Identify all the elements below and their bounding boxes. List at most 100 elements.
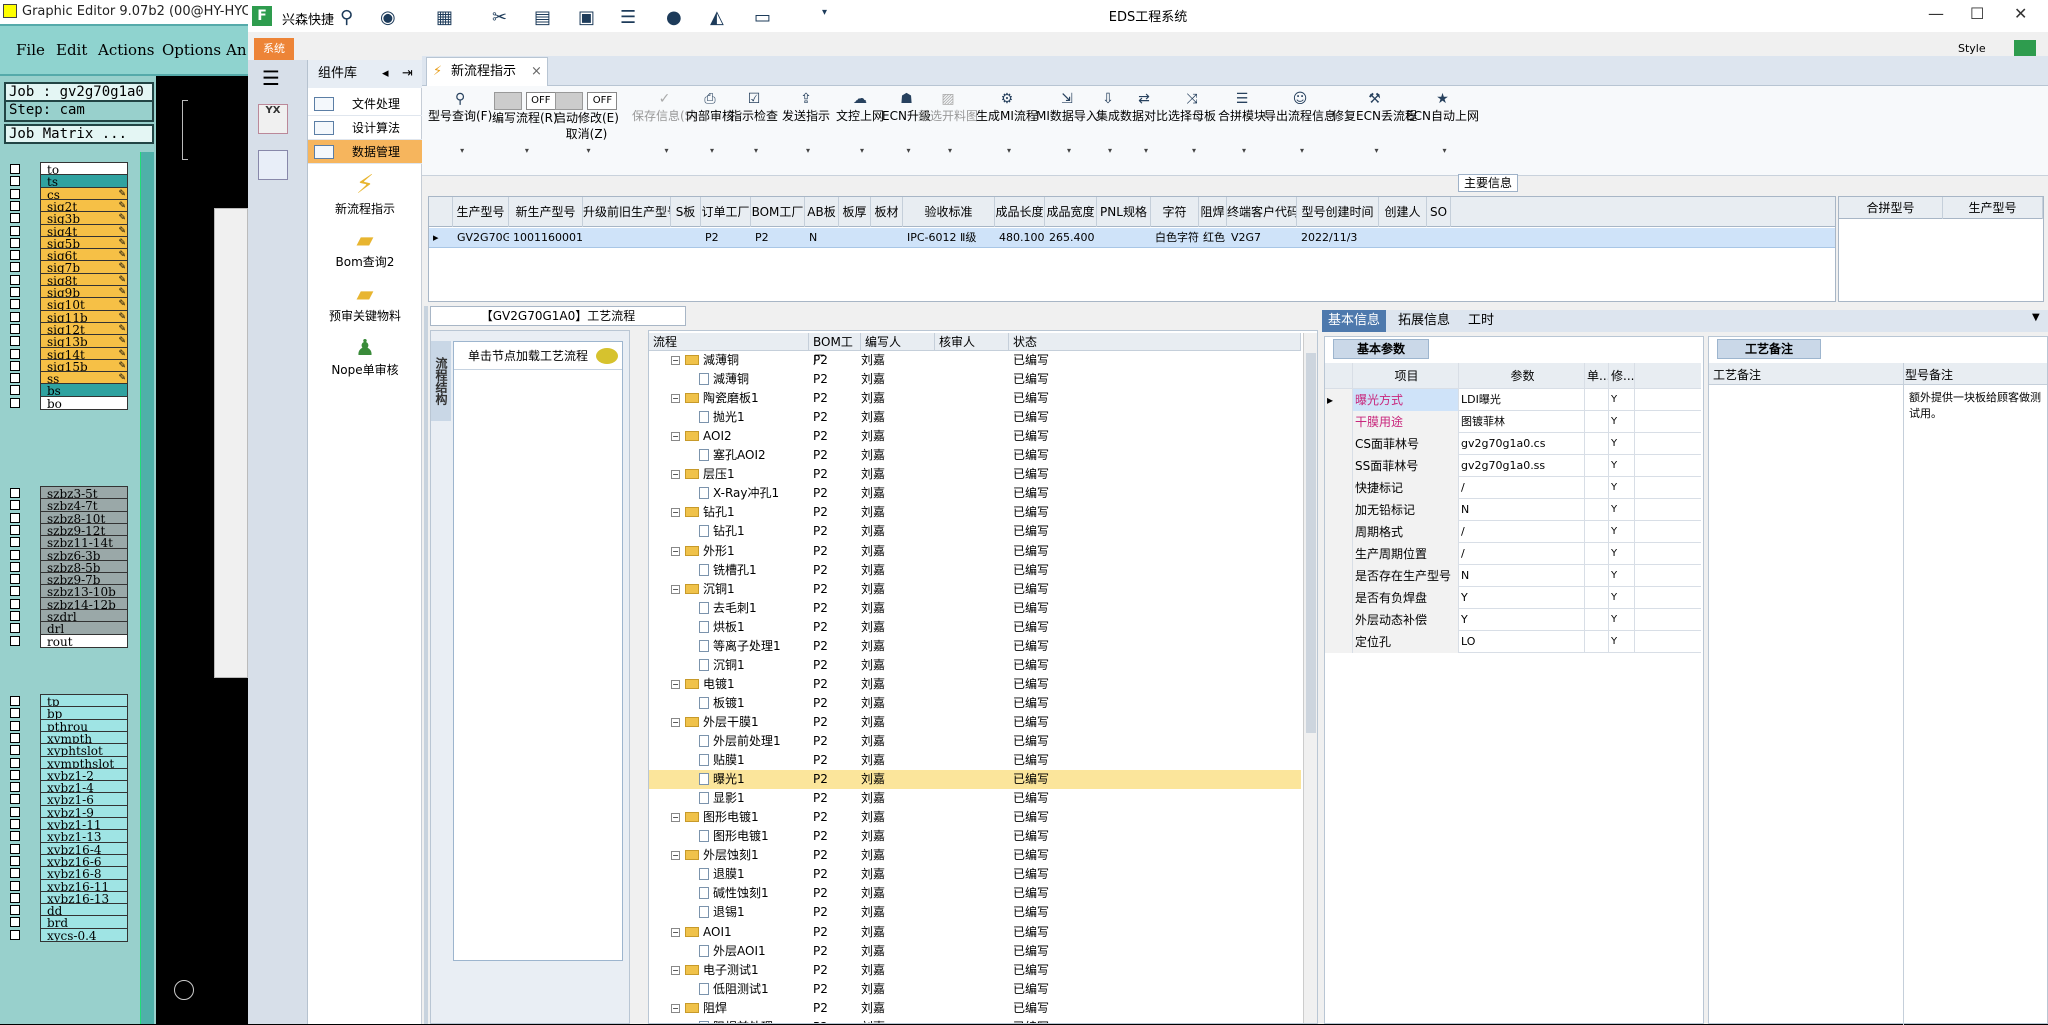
expand-toggle-icon[interactable]: − [671, 1003, 680, 1013]
list-item[interactable]: 显影1 P2 刘嘉 已编写 [649, 789, 1301, 808]
table-cell[interactable]: 2022/11/3 [1297, 228, 1379, 248]
table-row[interactable]: 周期格式 / Y [1325, 521, 1701, 543]
tab-close-icon[interactable]: × [531, 58, 542, 86]
table-row[interactable]: 快捷标记 / Y [1325, 477, 1701, 499]
chevron-down-icon[interactable]: ▾ [710, 146, 714, 155]
param-value[interactable]: N [1459, 499, 1585, 521]
param-value[interactable]: LO [1459, 631, 1585, 653]
table-cell[interactable] [1097, 228, 1151, 248]
layer-checkbox[interactable] [10, 806, 20, 817]
toolbar-compare-button[interactable]: ⇄ 数据对比 ▾ [1120, 90, 1168, 155]
param-value[interactable]: N [1459, 565, 1585, 587]
table-cell[interactable] [583, 228, 671, 248]
nav-file-processing[interactable]: 文件处理 [308, 92, 422, 116]
nav-new-flow-instruction[interactable]: ⚡ 新流程指示 [308, 170, 422, 217]
table-row[interactable]: ▸GV2G70G1A010011600010478P2P2NIPC-6012 Ⅱ… [429, 228, 1835, 248]
table-cell[interactable] [1379, 228, 1427, 248]
chevron-down-icon[interactable]: ▾ [906, 146, 910, 155]
nav-design-algorithm[interactable]: 设计算法 [308, 116, 422, 140]
expand-toggle-icon[interactable]: − [671, 813, 680, 823]
table-cell[interactable] [839, 228, 871, 248]
flow-structure-tab[interactable]: 流程结构 [431, 341, 451, 421]
list-item[interactable]: 沉铜1 P2 刘嘉 已编写 [649, 656, 1301, 675]
layer-scrollbar[interactable] [140, 152, 154, 1024]
layer-checkbox[interactable] [10, 200, 20, 211]
list-item[interactable]: − AOI2 P2 刘嘉 已编写 [649, 427, 1301, 446]
list-item[interactable]: 等离子处理1 P2 刘嘉 已编写 [649, 637, 1301, 656]
param-value[interactable]: / [1459, 521, 1585, 543]
layer-checkbox[interactable] [10, 274, 20, 285]
list-item[interactable]: − 陶瓷磨板1 P2 刘嘉 已编写 [649, 389, 1301, 408]
row-selector[interactable] [1325, 433, 1353, 455]
tab-work-hours[interactable]: 工时 [1462, 310, 1500, 332]
layer-checkbox[interactable] [10, 262, 20, 273]
param-value[interactable]: / [1459, 477, 1585, 499]
layer-name[interactable]: xycs-0.4 [40, 927, 128, 942]
param-value[interactable]: LDI曝光 [1459, 389, 1585, 411]
table-row[interactable]: 加无铅标记 N Y [1325, 499, 1701, 521]
chevron-down-icon[interactable]: ▾ [1007, 146, 1011, 155]
toolbar-printer-button[interactable]: ⎙ 内部审核 ▾ [686, 90, 734, 155]
layer-checkbox[interactable] [10, 213, 20, 224]
nav-prereview-materials[interactable]: ▰ 预审关键物料 [308, 282, 422, 324]
table-row[interactable]: 定位孔 LO Y [1325, 631, 1701, 653]
row-selector[interactable] [1325, 411, 1353, 433]
list-item[interactable]: − 外层蚀刻1 P2 刘嘉 已编写 [649, 846, 1301, 865]
expand-toggle-icon[interactable]: − [671, 546, 680, 556]
layer-checkbox[interactable] [10, 385, 20, 396]
tab-extended-info[interactable]: 拓展信息 [1392, 310, 1456, 332]
tab-new-flow-instruction[interactable]: ⚡ 新流程指示 × [426, 57, 548, 86]
layer-checkbox[interactable] [10, 524, 20, 535]
list-item[interactable]: 碱性蚀刻1 P2 刘嘉 已编写 [649, 884, 1301, 903]
expand-toggle-icon[interactable]: − [671, 470, 680, 480]
table-cell[interactable]: GV2G70G1A0 [453, 228, 509, 248]
row-selector[interactable] [1325, 477, 1353, 499]
toolbar-cloud-upload-button[interactable]: ☁ 文控上网 ▾ [836, 90, 884, 155]
list-item[interactable]: − 钻孔1 P2 刘嘉 已编写 [649, 503, 1301, 522]
layer-checkbox[interactable] [10, 348, 20, 359]
layer-checkbox[interactable] [10, 819, 20, 829]
table-cell[interactable]: 白色字符 [1151, 228, 1199, 248]
layer-checkbox[interactable] [10, 769, 20, 780]
table-row[interactable]: ▸ 曝光方式 LDI曝光 Y [1325, 389, 1701, 411]
toolbar-import-button[interactable]: ⇲ MI数据导入 ▾ [1036, 90, 1098, 155]
table-cell[interactable] [1427, 228, 1451, 248]
table-cell[interactable]: 480.100 [995, 228, 1045, 248]
table-cell[interactable]: P2 [751, 228, 805, 248]
layer-checkbox[interactable] [10, 299, 20, 310]
row-selector[interactable] [1325, 631, 1353, 653]
toolbar-toggle-off-button[interactable]: OFF 编写流程(R) ▾ [492, 90, 558, 155]
layer-checkbox[interactable] [10, 635, 20, 646]
toolbar-image-button[interactable]: ▨ 重选开料图 ▾ [918, 90, 978, 155]
list-item[interactable]: − AOI1 P2 刘嘉 已编写 [649, 923, 1301, 942]
table-cell[interactable] [671, 228, 701, 248]
layer-checkbox[interactable] [10, 720, 20, 731]
layer-checkbox[interactable] [10, 905, 20, 916]
list-item[interactable]: 外层前处理1 P2 刘嘉 已编写 [649, 732, 1301, 751]
layer-row[interactable]: xycs-0.4 [6, 927, 128, 943]
chevron-down-icon[interactable]: ▾ [1067, 146, 1071, 155]
list-item[interactable]: 贴膜1 P2 刘嘉 已编写 [649, 751, 1301, 770]
layer-checkbox[interactable] [10, 323, 20, 334]
layer-checkbox[interactable] [10, 623, 20, 634]
expand-toggle-icon[interactable]: − [671, 432, 680, 442]
row-selector[interactable] [1325, 499, 1353, 521]
chevron-down-icon[interactable]: ▾ [1108, 146, 1112, 155]
list-item[interactable]: 铣槽孔1 P2 刘嘉 已编写 [649, 561, 1301, 580]
process-notes-tab[interactable]: 工艺备注 [1717, 339, 1821, 359]
toolbar-checkbox-button[interactable]: ☑ 指示检查 ▾ [730, 90, 778, 155]
yx-module-icon[interactable]: YX [258, 104, 288, 134]
chevron-down-icon[interactable]: ▾ [806, 146, 810, 155]
table-cell[interactable] [871, 228, 903, 248]
toolbar-list-button[interactable]: ☰ 合拼模块 ▾ [1218, 90, 1266, 155]
list-item[interactable]: 图形电镀1 P2 刘嘉 已编写 [649, 827, 1301, 846]
toolbar-search-button[interactable]: ⚲ 型号查询(F) ▾ [428, 90, 492, 155]
close-button[interactable]: ✕ [2014, 4, 2027, 23]
layer-checkbox[interactable] [10, 929, 20, 940]
layer-checkbox[interactable] [10, 782, 20, 793]
list-item[interactable]: 減薄铜 P2 刘嘉 已编写 [649, 370, 1301, 389]
chevron-down-icon[interactable]: ▾ [1374, 146, 1378, 155]
expand-toggle-icon[interactable]: − [671, 965, 680, 975]
process-tree-scrollbar[interactable] [1303, 333, 1317, 1023]
expand-toggle-icon[interactable]: − [671, 584, 680, 594]
